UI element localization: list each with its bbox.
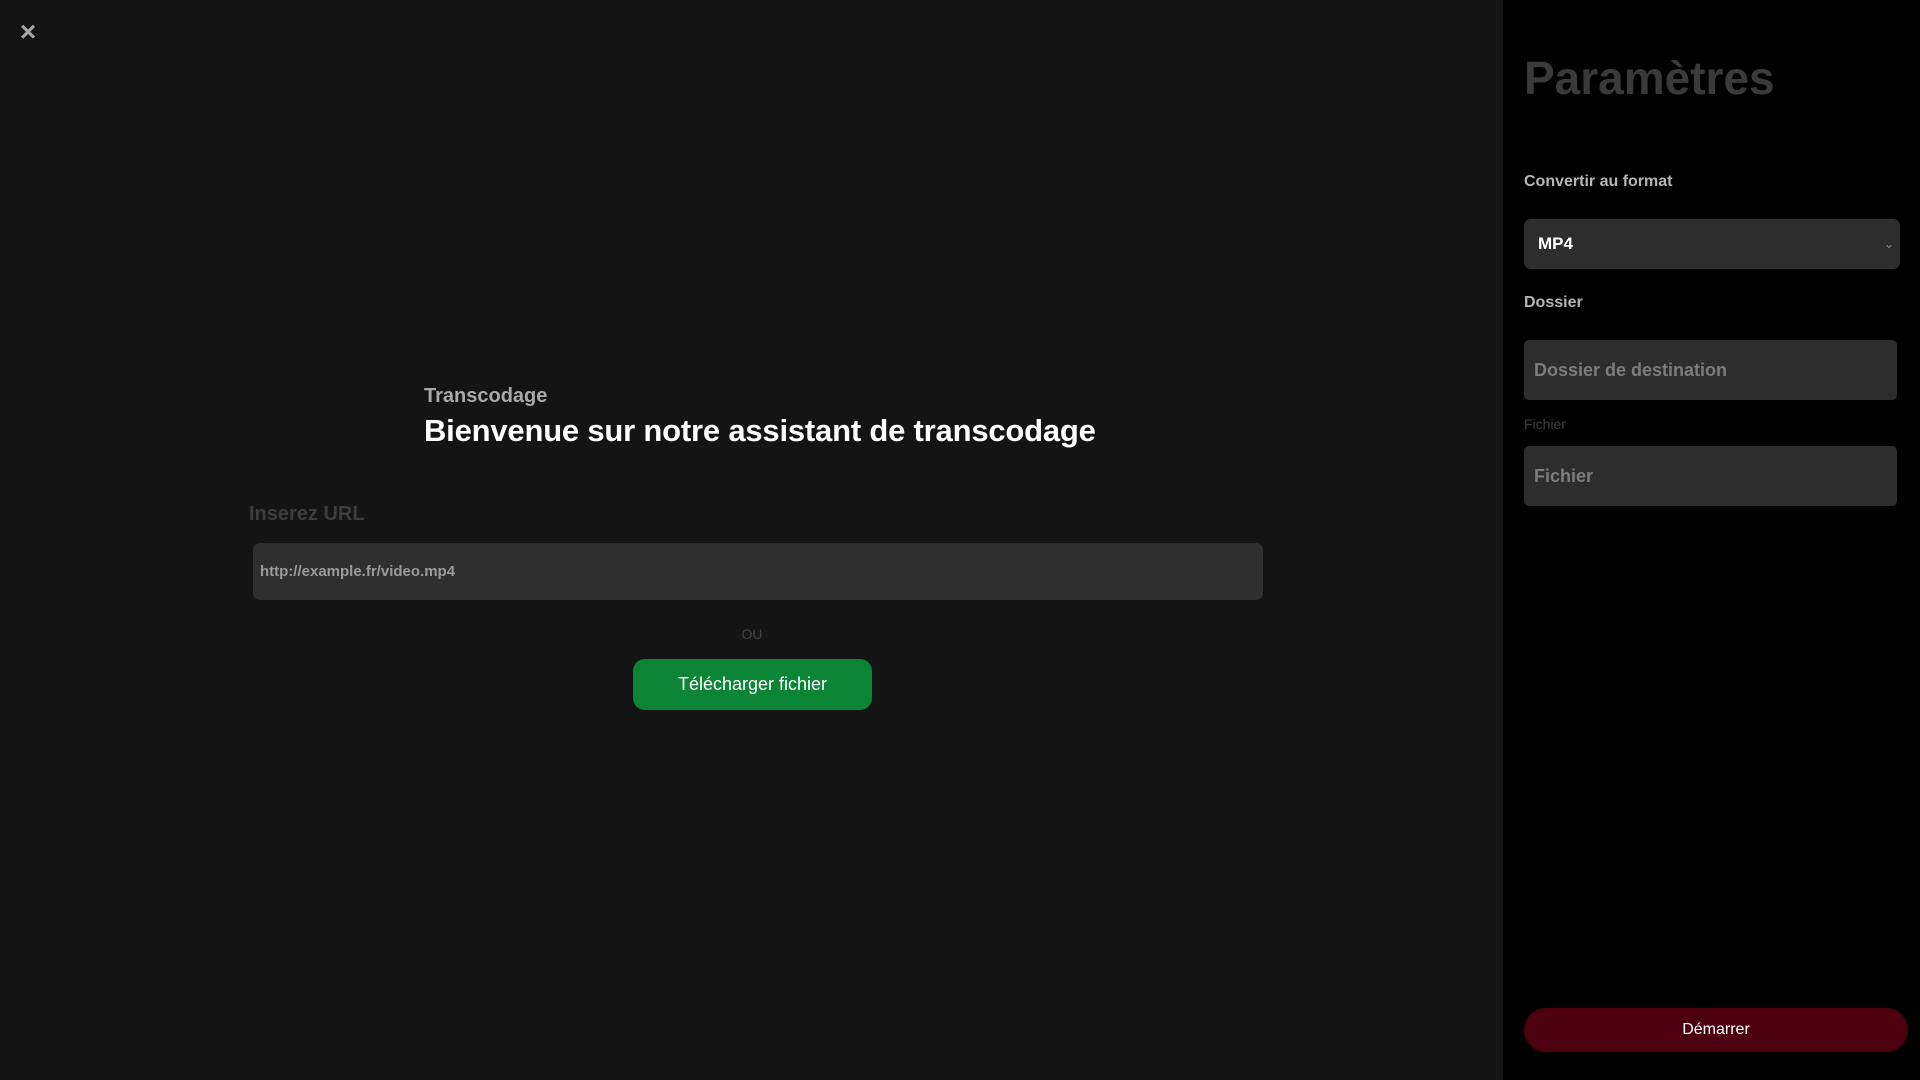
url-label: Inserez URL xyxy=(249,503,365,525)
chevron-down-icon: ⌄ xyxy=(1883,237,1894,251)
settings-sidebar: Paramètres Convertir au format MP4 ⌄ Dos… xyxy=(1503,0,1920,1080)
file-label: Fichier xyxy=(1524,416,1567,432)
file-input[interactable] xyxy=(1524,446,1897,506)
main-panel: × Transcodage Bienvenue sur notre assist… xyxy=(0,0,1503,1080)
folder-label: Dossier xyxy=(1524,294,1583,311)
start-button[interactable]: Démarrer xyxy=(1524,1008,1908,1052)
sidebar-title: Paramètres xyxy=(1524,52,1775,104)
upload-file-button[interactable]: Télécharger fichier xyxy=(633,659,872,710)
section-eyebrow: Transcodage xyxy=(424,385,548,407)
page-title: Bienvenue sur notre assistant de transco… xyxy=(424,413,1096,448)
heading-block: Transcodage Bienvenue sur notre assistan… xyxy=(424,384,1096,450)
close-icon[interactable]: × xyxy=(16,18,40,46)
url-input[interactable] xyxy=(253,543,1263,600)
format-selected-value: MP4 xyxy=(1538,234,1573,253)
format-select[interactable]: MP4 ⌄ xyxy=(1524,219,1900,269)
or-separator: OU xyxy=(741,626,763,642)
folder-input[interactable] xyxy=(1524,340,1897,400)
format-label: Convertir au format xyxy=(1524,173,1673,190)
app-window: × Transcodage Bienvenue sur notre assist… xyxy=(0,0,1920,1080)
